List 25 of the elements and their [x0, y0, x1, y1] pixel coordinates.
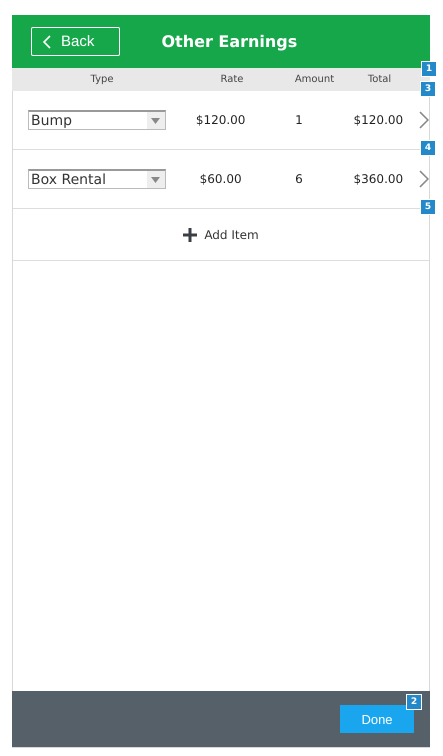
plus-icon: [183, 228, 198, 242]
column-header: Amount: [294, 74, 336, 85]
column-header: Rate: [220, 74, 244, 85]
total-text: $360.00: [352, 172, 404, 186]
annotation-marker: 2: [406, 694, 422, 710]
chevron-left-icon: [42, 34, 52, 48]
type-dropdown[interactable]: Box Rental: [28, 169, 166, 189]
add-item-button[interactable]: Add Item: [177, 226, 265, 242]
page-title: Other Earnings: [161, 32, 298, 51]
amount-text: 1: [294, 113, 304, 127]
caret-down-icon: [151, 118, 160, 124]
amount-text: 6: [294, 172, 304, 186]
total-text: $120.00: [352, 113, 404, 127]
caret-down-icon: [151, 176, 160, 182]
column-header: Type: [90, 74, 114, 85]
chevron-right-icon[interactable]: [419, 170, 429, 188]
chevron-right-icon[interactable]: [419, 111, 429, 129]
annotation-marker: 3: [420, 81, 436, 97]
rate-text: $120.00: [194, 113, 246, 127]
rate-text: $60.00: [198, 172, 243, 186]
annotation-marker: 4: [420, 140, 436, 156]
annotation-marker: 5: [420, 199, 436, 215]
column-header: Total: [366, 74, 392, 85]
type-dropdown[interactable]: Bump: [28, 110, 166, 130]
annotation-marker: 1: [421, 61, 437, 77]
